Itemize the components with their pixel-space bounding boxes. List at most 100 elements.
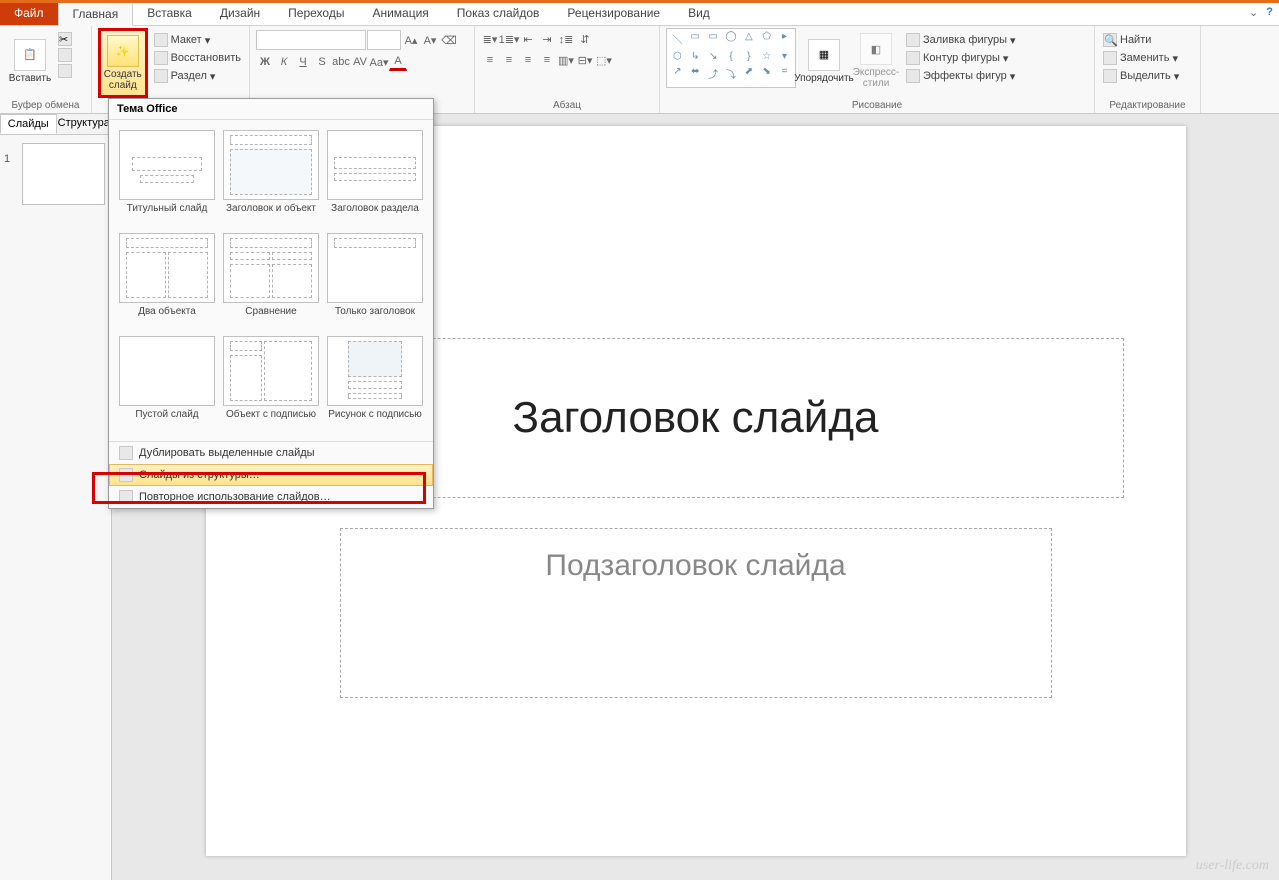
shape-effects-button[interactable]: Эффекты фигур ▾ [904, 68, 1018, 84]
layout-icon [154, 33, 168, 47]
outdent-icon[interactable]: ⇤ [519, 30, 537, 48]
font-size-combo[interactable] [367, 30, 401, 50]
minimize-ribbon-icon[interactable]: ⌄ [1249, 6, 1258, 19]
font-name-combo[interactable] [256, 30, 366, 50]
layout-title-slide[interactable]: Титульный слайд [117, 128, 217, 227]
shape-outline-button[interactable]: Контур фигуры ▾ [904, 50, 1018, 66]
quick-styles-icon: ◧ [860, 33, 892, 65]
reset-button[interactable]: Восстановить [152, 50, 243, 66]
font-color-icon[interactable]: A [389, 53, 407, 71]
watermark: user-life.com [1196, 858, 1269, 874]
section-icon [154, 69, 168, 83]
new-slide-icon: ✨ [107, 35, 139, 67]
tab-view[interactable]: Вид [674, 3, 724, 25]
slides-panel: Слайды Структура 1 [0, 114, 112, 880]
group-clipboard: 📋 Вставить ✂ Буфер обмена [0, 26, 92, 113]
subtitle-placeholder-text: Подзаголовок слайда [545, 549, 845, 583]
align-right-icon[interactable]: ≡ [519, 51, 537, 69]
align-left-icon[interactable]: ≡ [481, 51, 499, 69]
arrange-icon: ▦ [808, 39, 840, 71]
group-editing: 🔍Найти Заменить ▾ Выделить ▾ Редактирова… [1095, 26, 1201, 113]
justify-icon[interactable]: ≡ [538, 51, 556, 69]
help-icon[interactable]: ? [1266, 6, 1273, 19]
tab-review[interactable]: Рецензирование [553, 3, 674, 25]
layout-title-content[interactable]: Заголовок и объект [221, 128, 321, 227]
slide-thumbnail-1[interactable] [22, 143, 105, 205]
case-icon[interactable]: Aa▾ [370, 53, 388, 71]
duplicate-slides-item[interactable]: Дублировать выделенные слайды [109, 442, 433, 464]
tab-insert[interactable]: Вставка [133, 3, 206, 25]
indent-icon[interactable]: ⇥ [538, 30, 556, 48]
replace-icon [1103, 51, 1117, 65]
copy-icon[interactable] [58, 48, 72, 62]
new-slide-gallery: Тема Office Титульный слайд Заголовок и … [108, 98, 434, 509]
group-label-drawing: Рисование [666, 98, 1088, 113]
tab-animations[interactable]: Анимация [358, 3, 442, 25]
find-button[interactable]: 🔍Найти [1101, 32, 1194, 48]
clipboard-icon: 📋 [14, 39, 46, 71]
reuse-icon [119, 490, 133, 504]
smartart-icon[interactable]: ⬚▾ [595, 51, 613, 69]
tab-slideshow[interactable]: Показ слайдов [443, 3, 554, 25]
layout-blank[interactable]: Пустой слайд [117, 334, 217, 433]
file-tab[interactable]: Файл [0, 3, 58, 25]
tab-design[interactable]: Дизайн [206, 3, 274, 25]
tab-transitions[interactable]: Переходы [274, 3, 358, 25]
replace-button[interactable]: Заменить ▾ [1101, 50, 1194, 66]
section-button[interactable]: Раздел ▾ [152, 68, 243, 84]
clear-format-icon[interactable]: ⌫ [440, 31, 458, 49]
shadow-icon[interactable]: abc [332, 53, 350, 71]
shape-fill-button[interactable]: Заливка фигуры ▾ [904, 32, 1018, 48]
columns-icon[interactable]: ▥▾ [557, 51, 575, 69]
group-label-editing: Редактирование [1101, 98, 1194, 113]
shapes-gallery[interactable]: ＼▭▭◯△⬠▸ ⬡↳↘{}☆▾ ↗⬌⤴⤵⬈⬊= [666, 28, 796, 88]
line-spacing-icon[interactable]: ↕≣ [557, 30, 575, 48]
reuse-slides-item[interactable]: Повторное использование слайдов… [109, 486, 433, 508]
layout-title-only[interactable]: Только заголовок [325, 231, 425, 330]
group-paragraph: ≣▾ 1≣▾ ⇤ ⇥ ↕≣ ⇵ ≡ ≡ ≡ ≡ ▥▾ ⊟▾ ⬚▾ Абзац [475, 26, 660, 113]
layout-picture-caption[interactable]: Рисунок с подписью [325, 334, 425, 433]
duplicate-icon [119, 446, 133, 460]
bullets-icon[interactable]: ≣▾ [481, 30, 499, 48]
group-drawing: ＼▭▭◯△⬠▸ ⬡↳↘{}☆▾ ↗⬌⤴⤵⬈⬊= ▦ Упорядочить ◧ … [660, 26, 1095, 113]
layout-comparison[interactable]: Сравнение [221, 231, 321, 330]
select-button[interactable]: Выделить ▾ [1101, 68, 1194, 84]
underline-icon[interactable]: Ч [294, 53, 312, 71]
select-icon [1103, 69, 1117, 83]
layout-two-content[interactable]: Два объекта [117, 231, 217, 330]
subtitle-placeholder[interactable]: Подзаголовок слайда [340, 528, 1052, 698]
paste-button[interactable]: 📋 Вставить [6, 28, 54, 94]
gallery-header: Тема Office [109, 99, 433, 120]
format-painter-icon[interactable] [58, 64, 72, 78]
slides-from-outline-item[interactable]: Слайды из структуры… [109, 464, 433, 486]
bold-icon[interactable]: Ж [256, 53, 274, 71]
tab-home[interactable]: Главная [58, 4, 134, 26]
find-icon: 🔍 [1103, 33, 1117, 47]
layout-button[interactable]: Макет ▾ [152, 32, 243, 48]
tab-bar: Файл Главная Вставка Дизайн Переходы Ани… [0, 3, 1279, 26]
group-label-clipboard: Буфер обмена [6, 98, 85, 113]
new-slide-button[interactable]: ✨ Создать слайд [98, 28, 148, 98]
shrink-font-icon[interactable]: A▾ [421, 31, 439, 49]
arrange-button[interactable]: ▦ Упорядочить [800, 28, 848, 94]
grow-font-icon[interactable]: A▴ [402, 31, 420, 49]
align-center-icon[interactable]: ≡ [500, 51, 518, 69]
panel-tab-outline[interactable]: Структура [57, 114, 112, 134]
reset-icon [154, 51, 168, 65]
title-placeholder-text: Заголовок слайда [513, 393, 879, 443]
layout-content-caption[interactable]: Объект с подписью [221, 334, 321, 433]
group-label-paragraph: Абзац [481, 98, 653, 113]
text-direction-icon[interactable]: ⇵ [576, 30, 594, 48]
quick-styles-button[interactable]: ◧ Экспресс-стили [852, 28, 900, 94]
outline-icon [906, 51, 920, 65]
cut-icon[interactable]: ✂ [58, 32, 72, 46]
outline-icon [119, 468, 133, 482]
fill-icon [906, 33, 920, 47]
align-text-icon[interactable]: ⊟▾ [576, 51, 594, 69]
layout-section-header[interactable]: Заголовок раздела [325, 128, 425, 227]
strike-icon[interactable]: S [313, 53, 331, 71]
numbering-icon[interactable]: 1≣▾ [500, 30, 518, 48]
panel-tab-slides[interactable]: Слайды [0, 114, 57, 134]
spacing-icon[interactable]: AV [351, 53, 369, 71]
italic-icon[interactable]: К [275, 53, 293, 71]
